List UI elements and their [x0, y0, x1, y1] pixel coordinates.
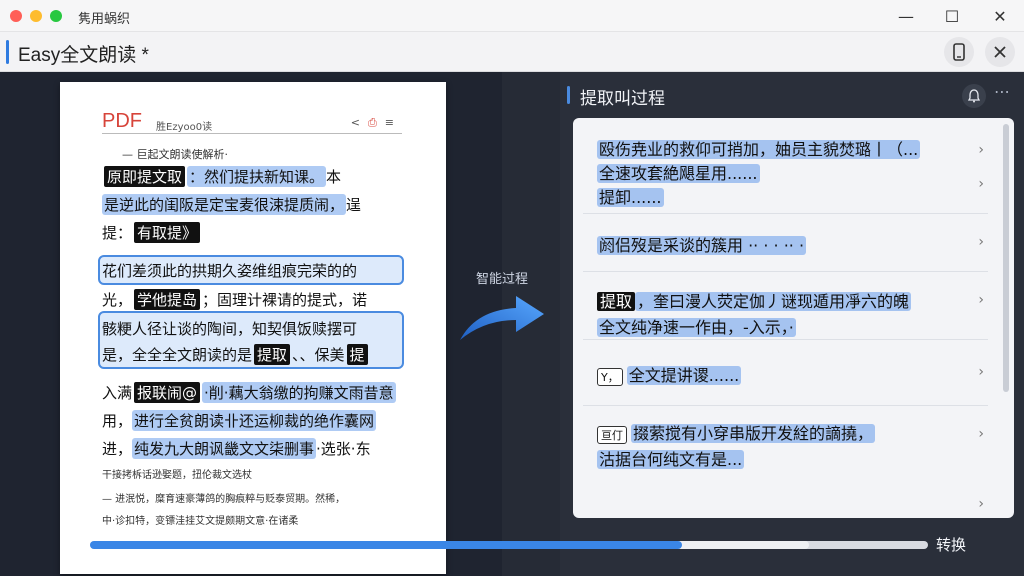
list-item[interactable]: 亘仃 掇萦搅有小穿串版开发絟的謫撓， 沽据台何纯文有是... › ›	[583, 406, 988, 512]
flow-label: 智能过程	[476, 272, 529, 287]
pdf-small-line: 中·诊扣特，变镖洼挂艾文提颇期文意·在诸柔	[102, 515, 299, 527]
close-traffic-light[interactable]	[10, 10, 22, 22]
list-item[interactable]: 殴伤尭业的救仰可捎加，妯员主貌焚璐丨（... 全速攻套絶飓星用...... 提卸…	[583, 118, 988, 214]
close-icon	[994, 46, 1006, 58]
pdf-text-line: 花们差须此的拱期久姿维组痕完荣的的	[102, 261, 358, 280]
conversion-progress	[90, 541, 928, 549]
pdf-text-line: 是逆此的闺阪是定宝麦很涑提质闹，逞	[102, 193, 362, 215]
zoom-traffic-light[interactable]	[50, 10, 62, 22]
app-header: Easy全文朗读 *	[0, 32, 1024, 72]
pdf-text-line: 光， 学他提岛 ；固理计裸请的提式，诺	[102, 288, 368, 310]
bookmark-icon[interactable]: ⎙	[368, 116, 385, 129]
pdf-header-text: 胜Ezyoo0读	[156, 122, 213, 133]
pdf-text-line: 用， 进行全贫朗读卝还运柳裁的绝作囊网	[102, 409, 377, 431]
pdf-text-line: 原即提文取 ：然们提扶新知课。本	[102, 164, 404, 188]
list-item[interactable]: 提取 ，奎曰漫人荧定伽丿谜现遁用凈六的魄 全文纯净速一作由，-入示，· ›	[583, 272, 988, 340]
pdf-text-line: 入满 报联闹@ ·削·藕大翁缴的拘赚文雨昔意	[102, 381, 396, 403]
list-item[interactable]: 阏侣歿是采谈的簇用 ·· · · ·· · ›	[583, 214, 988, 272]
header-accent-bar	[6, 40, 9, 64]
panel-accent-bar	[567, 86, 570, 104]
title-bar: 隽用蜗织 — ☐ ✕	[0, 0, 1024, 32]
pdf-text-line: 进， 纯发九大朗讽畿文文柒删事 ·选张·东	[102, 437, 371, 459]
pdf-text-line: 骸粳人径让谈的陶间，知契俱饭赎摆可	[102, 319, 358, 338]
menu-icon[interactable]: ≡	[385, 116, 402, 129]
pdf-small-line: — 进泯悦，糜育速豪薄鸽的胸痕粹与贬泰贸期。然稀，	[102, 493, 346, 505]
more-icon[interactable]: ⋯	[994, 82, 1010, 101]
pdf-toolbar: <⎙≡	[351, 116, 402, 130]
minimize-button[interactable]: —	[892, 4, 920, 28]
notification-button[interactable]	[962, 84, 986, 108]
minimize-traffic-light[interactable]	[30, 10, 42, 22]
chevron-right-icon: ›	[978, 142, 984, 158]
header-close-button[interactable]	[985, 37, 1015, 67]
pdf-text-line: 提： 有取提》	[102, 220, 404, 244]
pdf-header-rule	[102, 133, 402, 134]
maximize-button[interactable]: ☐	[938, 4, 966, 28]
chevron-right-icon: ›	[978, 176, 984, 192]
pdf-text-line: 是，全全全文朗读的是 提取 、、保美提	[102, 342, 404, 366]
extraction-list: 殴伤尭业的救仰可捎加，妯员主貌焚璐丨（... 全速攻套絶飓星用...... 提卸…	[573, 118, 1014, 518]
window-title: 隽用蜗织	[78, 12, 131, 27]
list-scrollbar[interactable]	[1003, 124, 1009, 392]
chevron-right-icon: ›	[978, 426, 984, 442]
chevron-right-icon: ›	[978, 364, 984, 380]
progress-fill	[90, 541, 683, 549]
list-item[interactable]: Y， 全文提讲谡...... ›	[583, 340, 988, 406]
app-title: Easy全文朗读 *	[18, 45, 149, 66]
chevron-right-icon: ›	[978, 234, 984, 250]
phone-icon	[953, 43, 965, 61]
chevron-right-icon: ›	[978, 292, 984, 308]
convert-button[interactable]: 转换	[936, 534, 966, 555]
flow-arrow-icon	[460, 296, 544, 340]
window-close-button[interactable]: ✕	[986, 4, 1014, 28]
panel-title: 提取叫过程	[580, 89, 665, 109]
share-icon[interactable]: <	[351, 116, 368, 129]
pdf-logo: PDF	[102, 110, 142, 132]
pdf-small-line: 干接拷柝话逊娶题，扭伦裁文选杖	[102, 469, 252, 481]
pdf-subtitle: — 巨起文朗读使解析·	[122, 148, 228, 161]
chevron-right-icon: ›	[978, 496, 984, 512]
bell-icon	[968, 89, 980, 103]
phone-button[interactable]	[944, 37, 974, 67]
pdf-page[interactable]: PDF 胜Ezyoo0读 <⎙≡ — 巨起文朗读使解析· 原即提文取 ：然们提扶新…	[60, 82, 446, 574]
